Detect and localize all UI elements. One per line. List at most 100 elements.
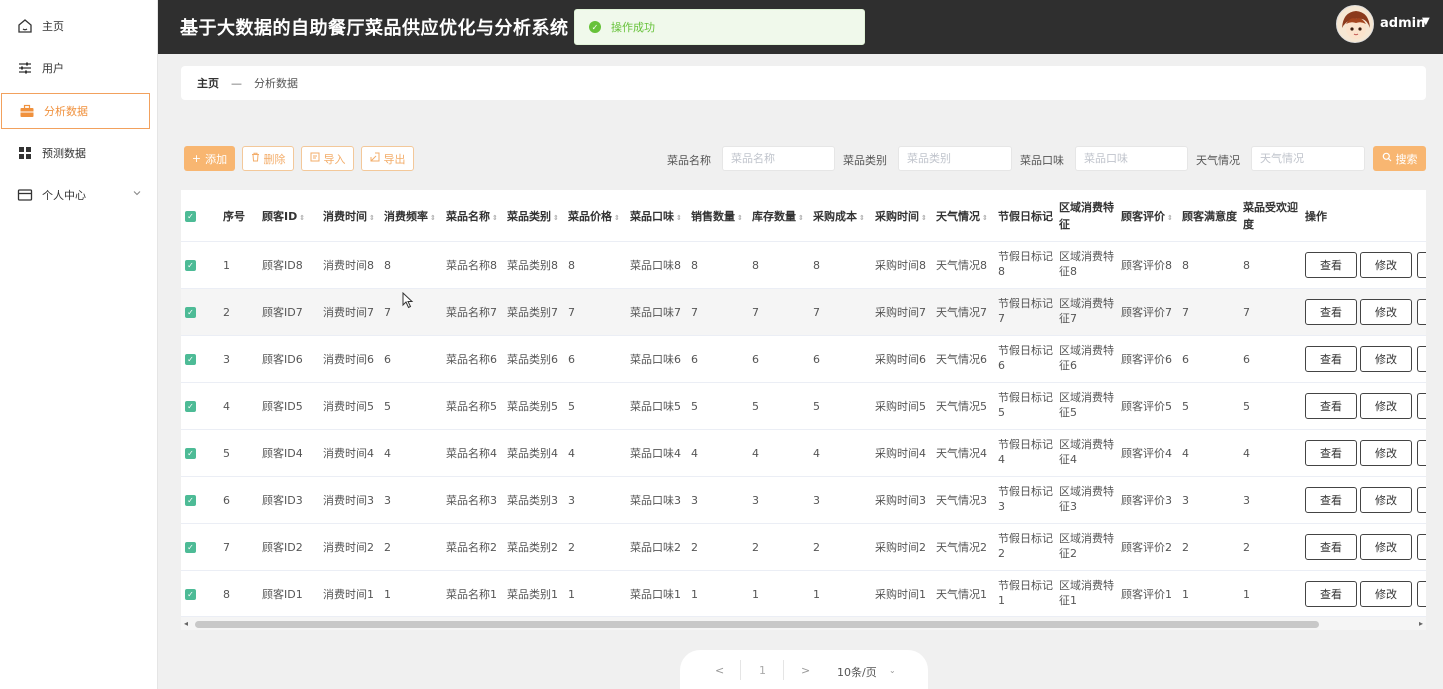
table-row[interactable]: ✓ 3 顾客ID6 消费时间6 6 菜品名称6 菜品类别6 6 菜品口味6 6 6 6 采购时间6 天气情… — [181, 336, 1426, 383]
sort-icon[interactable]: ⇕ — [921, 214, 927, 222]
delete-row-button[interactable] — [1417, 487, 1426, 513]
export-button[interactable]: 导出 — [361, 146, 414, 171]
select-all-checkbox[interactable]: ✓ — [185, 211, 196, 222]
view-button[interactable]: 查看 — [1305, 299, 1357, 325]
sidebar-item-profile[interactable]: 个人中心 — [0, 177, 158, 213]
cell-review: 顾客评价6 — [1121, 353, 1172, 366]
dish-taste-input[interactable] — [1075, 146, 1188, 171]
delete-row-button[interactable] — [1417, 440, 1426, 466]
header-customer-id[interactable]: 顾客ID ⇕ — [262, 208, 305, 227]
header-consume-time[interactable]: 消费时间 ⇕ — [323, 208, 375, 227]
scroll-left-icon[interactable]: ◂ — [184, 619, 188, 628]
sort-icon[interactable]: ⇕ — [859, 214, 865, 222]
view-button[interactable]: 查看 — [1305, 534, 1357, 560]
horizontal-scrollbar[interactable]: ◂ ▸ — [181, 616, 1426, 630]
header-holiday[interactable]: 节假日标记 — [998, 208, 1053, 225]
sort-icon[interactable]: ⇕ — [798, 214, 804, 222]
table-row[interactable]: ✓ 8 顾客ID1 消费时间1 1 菜品名称1 菜品类别1 1 菜品口味1 1 1 1 采购时间1 天气情… — [181, 571, 1426, 618]
edit-button[interactable]: 修改 — [1360, 299, 1412, 325]
table-row[interactable]: ✓ 2 顾客ID7 消费时间7 7 菜品名称7 菜品类别7 7 菜品口味7 7 7 7 采购时间7 天气情… — [181, 289, 1426, 336]
header-dish-name[interactable]: 菜品名称 ⇕ — [446, 208, 498, 227]
sort-icon[interactable]: ⇕ — [614, 214, 620, 222]
header-dish-taste[interactable]: 菜品口味 ⇕ — [630, 208, 682, 227]
header-frequency[interactable]: 消费频率 ⇕ — [384, 208, 436, 227]
current-page[interactable]: 1 — [759, 664, 766, 677]
delete-row-button[interactable] — [1417, 252, 1426, 278]
view-button[interactable]: 查看 — [1305, 252, 1357, 278]
row-checkbox[interactable]: ✓ — [185, 495, 196, 506]
add-button[interactable]: + 添加 — [184, 146, 235, 171]
row-checkbox[interactable]: ✓ — [185, 354, 196, 365]
edit-button[interactable]: 修改 — [1360, 581, 1412, 607]
sort-icon[interactable]: ⇕ — [1167, 214, 1173, 222]
sort-icon[interactable]: ⇕ — [737, 214, 743, 222]
row-checkbox[interactable]: ✓ — [185, 448, 196, 459]
sidebar-item-analysis[interactable]: 分析数据 — [1, 93, 150, 129]
table-row[interactable]: ✓ 5 顾客ID4 消费时间4 4 菜品名称4 菜品类别4 4 菜品口味4 4 4 4 采购时间4 天气情… — [181, 430, 1426, 477]
row-checkbox[interactable]: ✓ — [185, 542, 196, 553]
weather-input[interactable] — [1251, 146, 1365, 171]
sort-icon[interactable]: ⇕ — [299, 214, 305, 222]
header-popularity[interactable]: 菜品受欢迎度 — [1243, 199, 1301, 233]
header-sales[interactable]: 销售数量 ⇕ — [691, 208, 743, 227]
dish-name-input[interactable] — [722, 146, 835, 171]
scrollbar-thumb[interactable] — [195, 621, 1319, 628]
breadcrumb-home[interactable]: 主页 — [197, 75, 219, 91]
edit-button[interactable]: 修改 — [1360, 534, 1412, 560]
import-button[interactable]: 导入 — [301, 146, 354, 171]
header-review[interactable]: 顾客评价 ⇕ — [1121, 208, 1173, 227]
view-button[interactable]: 查看 — [1305, 393, 1357, 419]
header-dish-price[interactable]: 菜品价格 ⇕ — [568, 208, 620, 227]
table-row[interactable]: ✓ 1 顾客ID8 消费时间8 8 菜品名称8 菜品类别8 8 菜品口味8 8 8 8 采购时间8 天气情… — [181, 242, 1426, 289]
cell-weather: 天气情况4 — [936, 447, 987, 460]
edit-button[interactable]: 修改 — [1360, 487, 1412, 513]
header-dish-category[interactable]: 菜品类别 ⇕ — [507, 208, 559, 227]
next-page-button[interactable]: > — [801, 664, 810, 677]
view-button[interactable]: 查看 — [1305, 440, 1357, 466]
header-stock[interactable]: 库存数量 ⇕ — [752, 208, 804, 227]
table-row[interactable]: ✓ 4 顾客ID5 消费时间5 5 菜品名称5 菜品类别5 5 菜品口味5 5 5 5 采购时间5 天气情… — [181, 383, 1426, 430]
edit-button[interactable]: 修改 — [1360, 252, 1412, 278]
sidebar-item-home[interactable]: 主页 — [0, 8, 158, 44]
header-satisfaction[interactable]: 顾客满意度 — [1182, 208, 1237, 225]
sort-icon[interactable]: ⇕ — [553, 214, 559, 222]
search-button[interactable]: 搜索 — [1373, 146, 1426, 171]
sidebar-item-users[interactable]: 用户 — [0, 50, 158, 86]
sort-icon[interactable]: ⇕ — [676, 214, 682, 222]
chevron-down-icon[interactable]: ⌄ — [889, 666, 896, 675]
avatar[interactable] — [1336, 5, 1374, 43]
row-checkbox[interactable]: ✓ — [185, 589, 196, 600]
header-weather[interactable]: 天气情况 ⇕ — [936, 208, 988, 227]
view-button[interactable]: 查看 — [1305, 581, 1357, 607]
table-row[interactable]: ✓ 7 顾客ID2 消费时间2 2 菜品名称2 菜品类别2 2 菜品口味2 2 2 2 采购时间2 天气情… — [181, 524, 1426, 571]
scroll-right-icon[interactable]: ▸ — [1419, 619, 1423, 628]
table-row[interactable]: ✓ 6 顾客ID3 消费时间3 3 菜品名称3 菜品类别3 3 菜品口味3 3 3 3 采购时间3 天气情… — [181, 477, 1426, 524]
user-name[interactable]: admin — [1380, 16, 1425, 31]
delete-row-button[interactable] — [1417, 581, 1426, 607]
dish-category-input[interactable] — [898, 146, 1012, 171]
sort-icon[interactable]: ⇕ — [430, 214, 436, 222]
row-checkbox[interactable]: ✓ — [185, 307, 196, 318]
edit-button[interactable]: 修改 — [1360, 346, 1412, 372]
row-checkbox[interactable]: ✓ — [185, 260, 196, 271]
header-purchase-time[interactable]: 采购时间 ⇕ — [875, 208, 927, 227]
header-region[interactable]: 区域消费特征 — [1059, 199, 1117, 233]
row-checkbox[interactable]: ✓ — [185, 401, 196, 412]
prev-page-button[interactable]: < — [715, 664, 724, 677]
caret-down-icon[interactable]: ▼ — [1422, 16, 1430, 27]
edit-button[interactable]: 修改 — [1360, 393, 1412, 419]
sort-icon[interactable]: ⇕ — [492, 214, 498, 222]
delete-row-button[interactable] — [1417, 534, 1426, 560]
view-button[interactable]: 查看 — [1305, 487, 1357, 513]
edit-button[interactable]: 修改 — [1360, 440, 1412, 466]
delete-row-button[interactable] — [1417, 299, 1426, 325]
delete-button[interactable]: 删除 — [242, 146, 294, 171]
sort-icon[interactable]: ⇕ — [982, 214, 988, 222]
page-size-select[interactable]: 10条/页 — [837, 664, 877, 680]
delete-row-button[interactable] — [1417, 393, 1426, 419]
sidebar-item-forecast[interactable]: 预测数据 — [0, 135, 158, 171]
view-button[interactable]: 查看 — [1305, 346, 1357, 372]
sort-icon[interactable]: ⇕ — [369, 214, 375, 222]
delete-row-button[interactable] — [1417, 346, 1426, 372]
header-cost[interactable]: 采购成本 ⇕ — [813, 208, 865, 227]
